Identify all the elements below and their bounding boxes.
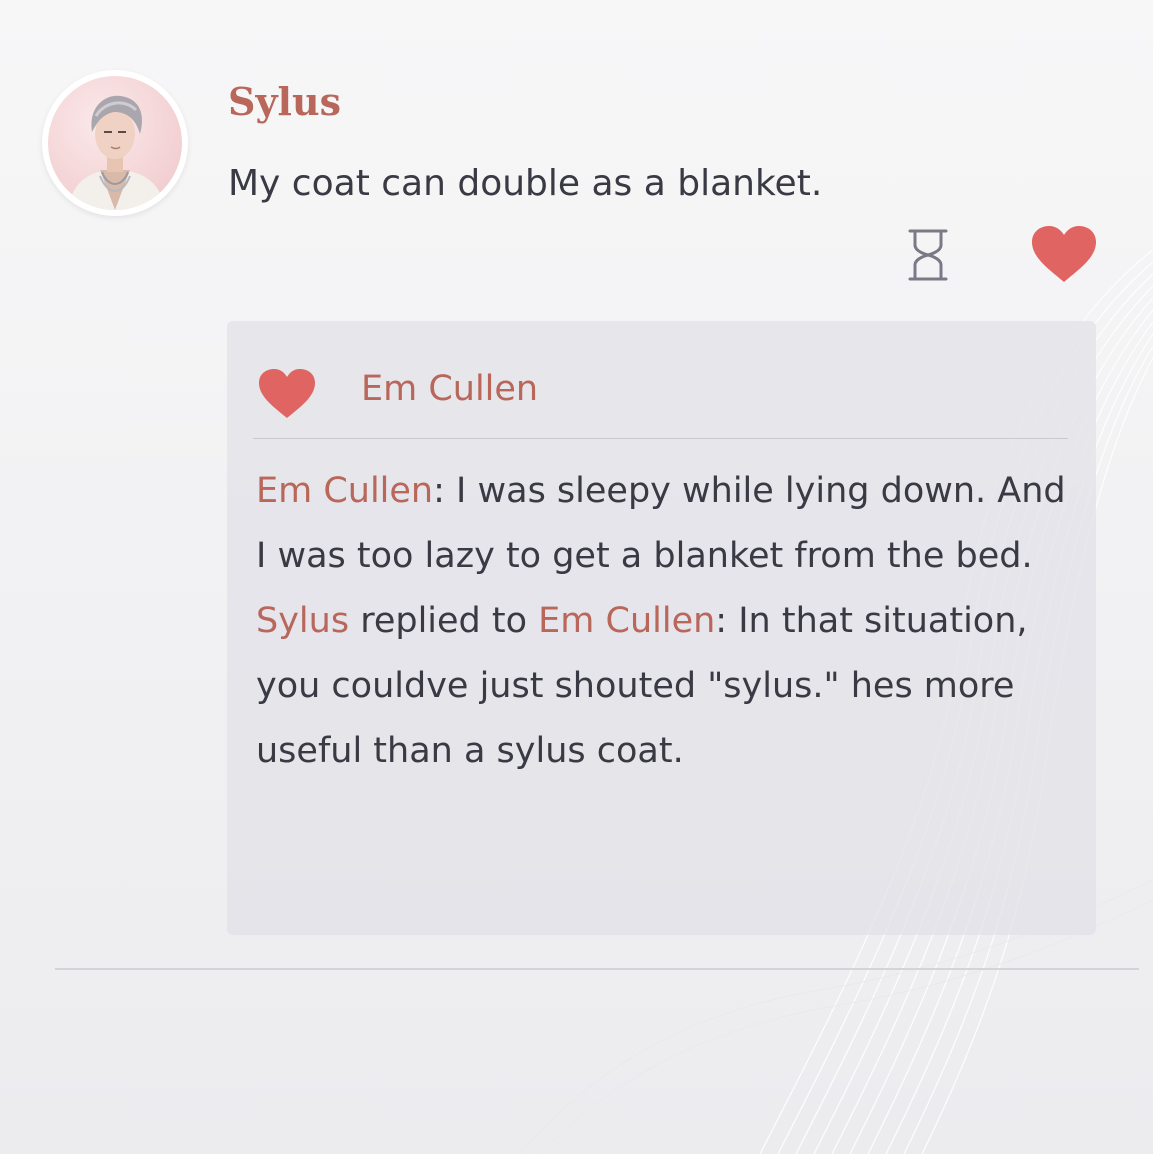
- comment-separator: :: [433, 471, 457, 511]
- post-divider: [55, 968, 1139, 970]
- reply-word: replied to: [349, 601, 539, 641]
- post-author-name[interactable]: Sylus: [228, 76, 341, 128]
- comment-reply-item[interactable]: Sylus replied to Em Cullen: In that situ…: [256, 589, 1076, 784]
- hourglass-icon[interactable]: [906, 228, 950, 282]
- likes-divider: [253, 438, 1068, 439]
- comment-section: Em Cullen Em Cullen: I was sleepy while …: [227, 321, 1096, 935]
- post-card: Sylus My coat can double as a blanket. E…: [0, 0, 1153, 1154]
- liked-heart-icon: [259, 369, 315, 418]
- post-text: My coat can double as a blanket.: [228, 163, 823, 204]
- like-heart-icon[interactable]: [1030, 224, 1098, 284]
- comment-separator: :: [715, 601, 739, 641]
- reply-target[interactable]: Em Cullen: [538, 601, 715, 641]
- likes-row: Em Cullen: [257, 361, 1057, 418]
- reply-author[interactable]: Sylus: [256, 601, 349, 641]
- comment-list: Em Cullen: I was sleepy while lying down…: [256, 459, 1076, 784]
- avatar-portrait-icon: [48, 76, 182, 210]
- comment-item[interactable]: Em Cullen: I was sleepy while lying down…: [256, 459, 1076, 589]
- avatar[interactable]: [42, 70, 188, 216]
- liker-name[interactable]: Em Cullen: [361, 361, 538, 417]
- comment-author[interactable]: Em Cullen: [256, 471, 433, 511]
